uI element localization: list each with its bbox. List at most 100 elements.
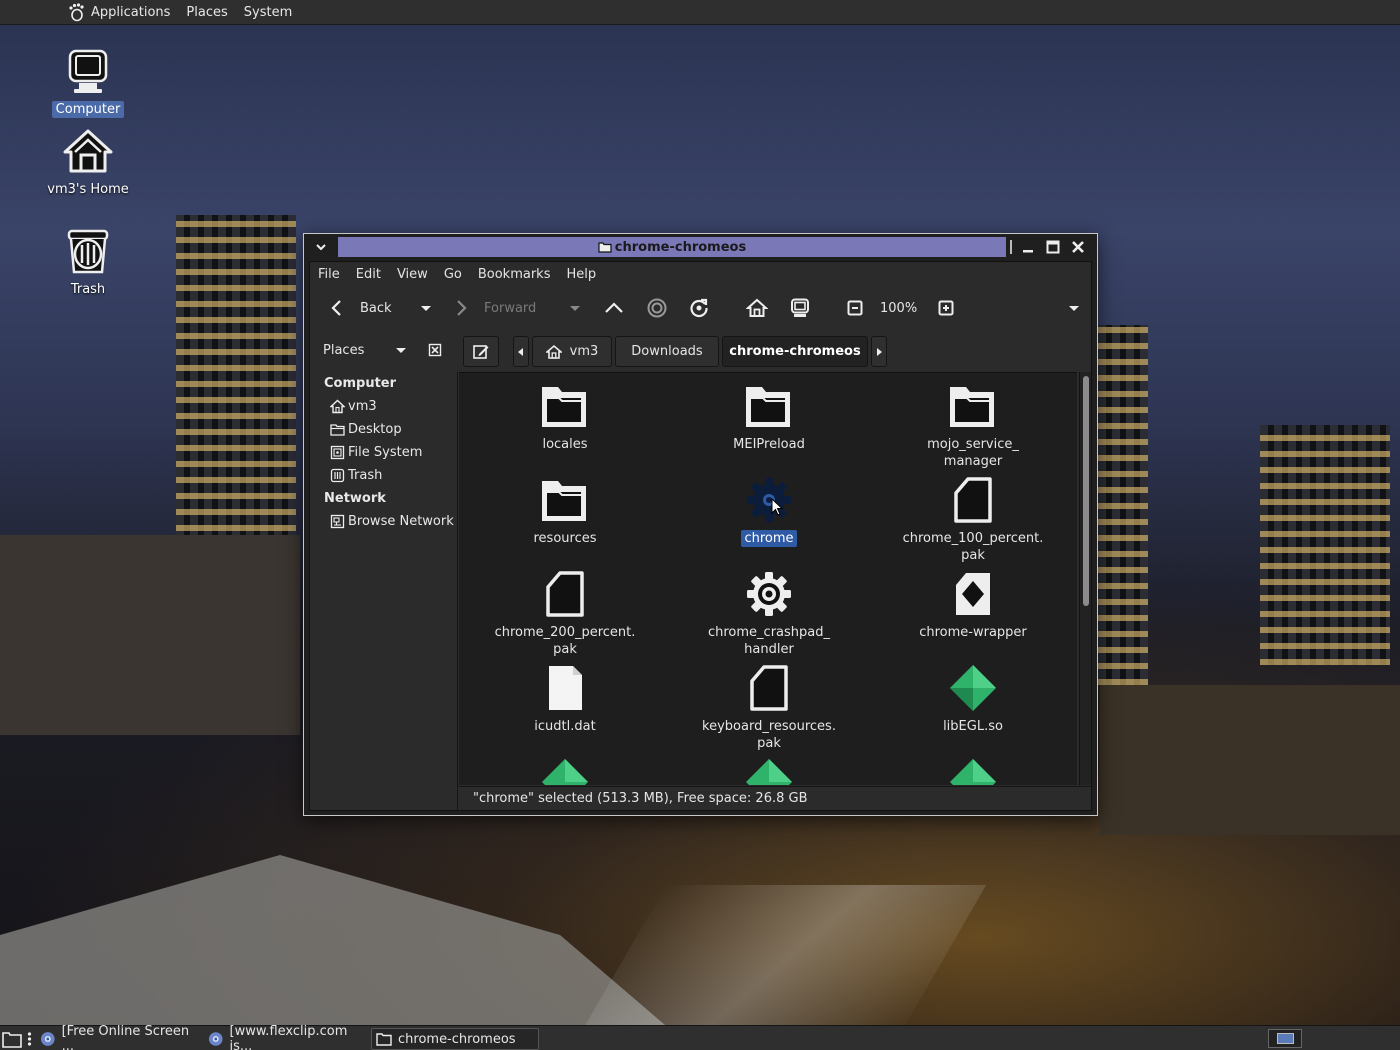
taskbar-handle[interactable] (27, 1031, 32, 1047)
up-button[interactable] (603, 297, 625, 319)
wallpaper-building (0, 535, 300, 735)
applications-menu[interactable]: Applications (66, 2, 170, 22)
system-menu[interactable]: System (244, 5, 292, 20)
workspace-switcher[interactable] (1268, 1029, 1302, 1048)
path-scroll-left-button[interactable] (513, 336, 529, 367)
menu-edit[interactable]: Edit (356, 267, 381, 282)
taskbar-item[interactable]: [www.flexclip.com is... (204, 1024, 370, 1050)
window-menu-button[interactable] (309, 238, 333, 256)
file-name: resources (530, 530, 599, 547)
folder-icon (746, 387, 790, 427)
zoom-level[interactable]: 100% (880, 301, 917, 316)
menu-view[interactable]: View (397, 267, 428, 282)
close-button[interactable] (1068, 238, 1088, 256)
forward-button[interactable]: Forward (450, 297, 536, 319)
file-item-selected[interactable]: chrome (679, 473, 859, 547)
reload-button[interactable] (688, 297, 710, 319)
file-item[interactable]: locales (475, 379, 655, 453)
taskbar-item-label: [www.flexclip.com is... (229, 1024, 348, 1050)
file-item[interactable] (883, 755, 1063, 785)
home-icon (545, 344, 562, 359)
zoom-level-text: 100% (880, 301, 918, 316)
menu-bookmarks[interactable]: Bookmarks (478, 267, 551, 282)
file-icon-view[interactable]: locales MEIPreload mojo_service_ manager … (459, 372, 1077, 785)
file-name-line: locales (542, 437, 588, 452)
sidebar-item-browse-network[interactable]: Browse Network (330, 514, 454, 529)
file-item[interactable]: icudtl.dat (475, 661, 655, 735)
desktop-icon-computer[interactable]: Computer (38, 45, 138, 118)
file-name-line: pak (553, 642, 577, 657)
window-body: File Edit View Go Bookmarks Help Back Fo… (309, 261, 1092, 811)
toggle-location-entry-button[interactable] (463, 336, 499, 367)
file-name: locales (539, 436, 590, 453)
places-menu[interactable]: Places (186, 5, 227, 20)
sidebar-item-file-system[interactable]: File System (330, 445, 422, 460)
dropdown-arrow-icon (421, 306, 431, 311)
sidebar-item-vm3[interactable]: vm3 (330, 399, 377, 414)
file-item[interactable] (475, 755, 655, 785)
file-item[interactable]: MEIPreload (679, 379, 859, 453)
file-item[interactable]: chrome_crashpad_ handler (679, 567, 859, 658)
titlebar-separator (1010, 240, 1012, 254)
file-item[interactable]: keyboard_resources.pak (679, 661, 859, 752)
desktop-icon-trash[interactable]: Trash (38, 225, 138, 298)
zoom-in-button[interactable] (935, 297, 957, 319)
vertical-scrollbar[interactable] (1079, 372, 1091, 785)
menu-file[interactable]: File (318, 267, 340, 282)
top-panel: Applications Places System (0, 0, 1400, 25)
zoom-out-button[interactable] (844, 297, 866, 319)
path-button-downloads[interactable]: Downloads (615, 336, 719, 367)
desktop-icon-home[interactable]: vm3's Home (38, 125, 138, 198)
computer-icon (791, 298, 809, 317)
path-scroll-right-button[interactable] (871, 336, 887, 367)
scrollbar-thumb[interactable] (1083, 376, 1089, 606)
sidebar-item-label: Trash (348, 468, 383, 483)
computer-button[interactable] (789, 297, 811, 319)
workspace-active[interactable] (1277, 1033, 1294, 1044)
menu-go[interactable]: Go (444, 267, 462, 282)
maximize-button[interactable] (1043, 238, 1063, 256)
file-name-line: manager (943, 454, 1003, 469)
sidebar-item-label: Browse Network (348, 514, 454, 529)
file-name-line: handler (744, 642, 794, 657)
file-item[interactable]: resources (475, 473, 655, 547)
back-history-dropdown[interactable] (415, 297, 437, 319)
taskbar-item[interactable]: [Free Online Screen ... (36, 1024, 202, 1050)
system-menu-label: System (243, 4, 293, 20)
file-name-line: resources (533, 531, 597, 546)
back-button[interactable]: Back (326, 297, 392, 319)
file-item[interactable]: libEGL.so (883, 661, 1063, 735)
forward-history-dropdown[interactable] (564, 297, 586, 319)
maximize-icon (1046, 240, 1060, 254)
file-name-line: pak (757, 736, 781, 751)
file-item[interactable]: mojo_service_ manager (883, 379, 1063, 470)
file-name: chrome-wrapper (916, 624, 1030, 641)
path-button-current[interactable]: chrome-chromeos (722, 336, 868, 367)
executable-gear-icon (747, 478, 791, 522)
file-item[interactable]: chrome_200_percent. pak (475, 567, 655, 658)
menu-help[interactable]: Help (566, 267, 596, 282)
path-button-home[interactable]: vm3 (532, 336, 612, 367)
file-item[interactable]: chrome_100_percent. pak (883, 473, 1063, 564)
toolbar-overflow-dropdown[interactable] (1063, 297, 1085, 319)
show-desktop-button[interactable] (2, 1030, 22, 1048)
taskbar-item-active[interactable]: chrome-chromeos (371, 1028, 539, 1050)
stop-icon (647, 298, 667, 318)
file-item[interactable] (679, 755, 859, 785)
minimize-button[interactable] (1018, 238, 1038, 256)
sidebar-item-desktop[interactable]: Desktop (330, 422, 402, 437)
home-button[interactable] (746, 297, 768, 319)
file-name: icudtl.dat (531, 718, 598, 735)
status-bar: "chrome" selected (513.3 MB), Free space… (459, 786, 1091, 810)
stop-button[interactable] (646, 297, 668, 319)
file-item[interactable]: chrome-wrapper (883, 567, 1063, 641)
path-button-label: Downloads (631, 344, 703, 359)
file-icon (546, 571, 584, 617)
file-name-line: keyboard_resources. (702, 719, 836, 734)
close-sidebar-button[interactable] (428, 343, 442, 357)
sidebar-item-trash[interactable]: Trash (330, 468, 382, 483)
trash-icon (330, 468, 345, 483)
window-titlebar[interactable]: chrome-chromeos (304, 234, 1097, 260)
blank-file-icon (549, 666, 582, 710)
taskbar-item-label: chrome-chromeos (398, 1031, 516, 1047)
